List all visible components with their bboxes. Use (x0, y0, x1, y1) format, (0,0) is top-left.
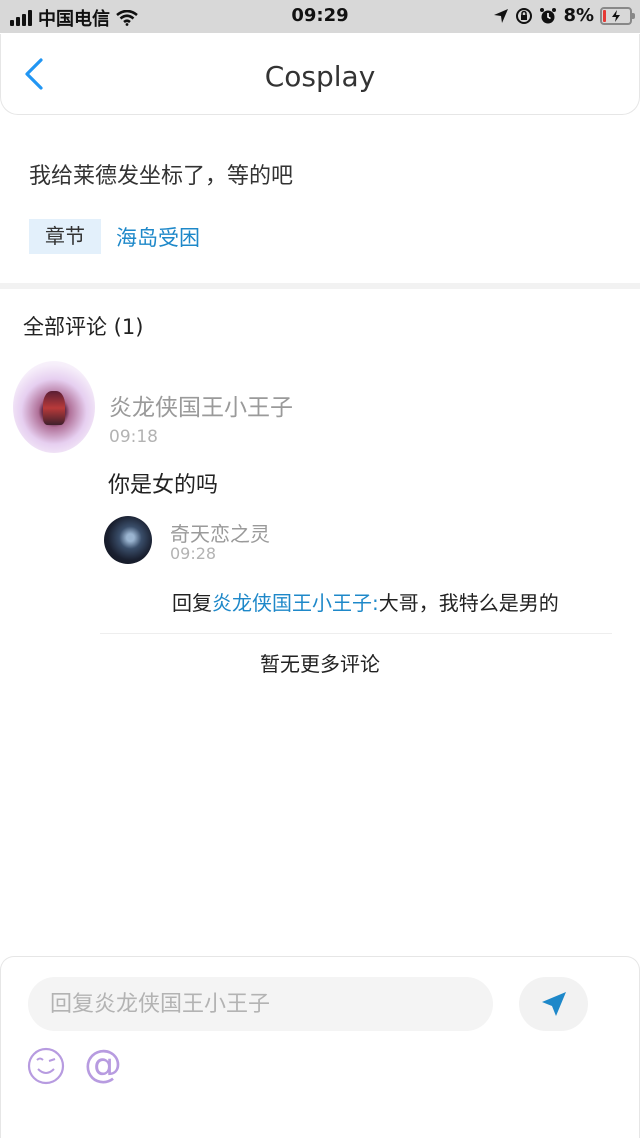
reply-author[interactable]: 奇天恋之灵 (170, 518, 270, 547)
alarm-icon (540, 7, 557, 23)
battery-icon (600, 6, 635, 25)
send-button[interactable] (519, 977, 588, 1031)
location-icon (494, 8, 509, 23)
emoji-icon (27, 1047, 65, 1085)
status-right: 8% (493, 5, 635, 26)
status-bar: 中国电信 09:29 8% (0, 0, 640, 33)
page-title: Cosplay (264, 60, 376, 93)
chapter-tag: 章节 (29, 219, 101, 254)
send-icon (541, 992, 566, 1016)
divider (100, 633, 612, 634)
lock-rotation-icon (516, 7, 533, 24)
no-more-comments: 暂无更多评论 (260, 652, 380, 676)
reply-to-link[interactable]: 炎龙侠国王小王子: (212, 591, 379, 615)
reply-input[interactable] (28, 977, 493, 1031)
reply-body: 大哥，我特么是男的 (378, 591, 559, 615)
reply-prefix: 回复 (172, 591, 212, 615)
comments-header: 全部评论 (1) (23, 315, 144, 339)
avatar[interactable] (13, 361, 95, 453)
reply-avatar[interactable] (104, 516, 152, 564)
battery-percent: 8% (563, 5, 594, 26)
emoji-button[interactable] (26, 1046, 66, 1086)
comment-text[interactable]: 你是女的吗 (108, 467, 218, 499)
comment-time: 09:18 (109, 427, 158, 447)
post-text: 我给莱德发坐标了，等的吧 (29, 164, 294, 189)
chapter-link[interactable]: 海岛受困 (116, 222, 200, 252)
comment-author[interactable]: 炎龙侠国王小王子 (109, 388, 293, 422)
nav-bar: Cosplay (0, 34, 640, 115)
section-divider (0, 283, 640, 289)
reply-time: 09:28 (170, 544, 217, 563)
mention-button[interactable]: @ (84, 1042, 122, 1086)
reply-text[interactable]: 回复炎龙侠国王小王子:大哥，我特么是男的 (172, 587, 559, 616)
